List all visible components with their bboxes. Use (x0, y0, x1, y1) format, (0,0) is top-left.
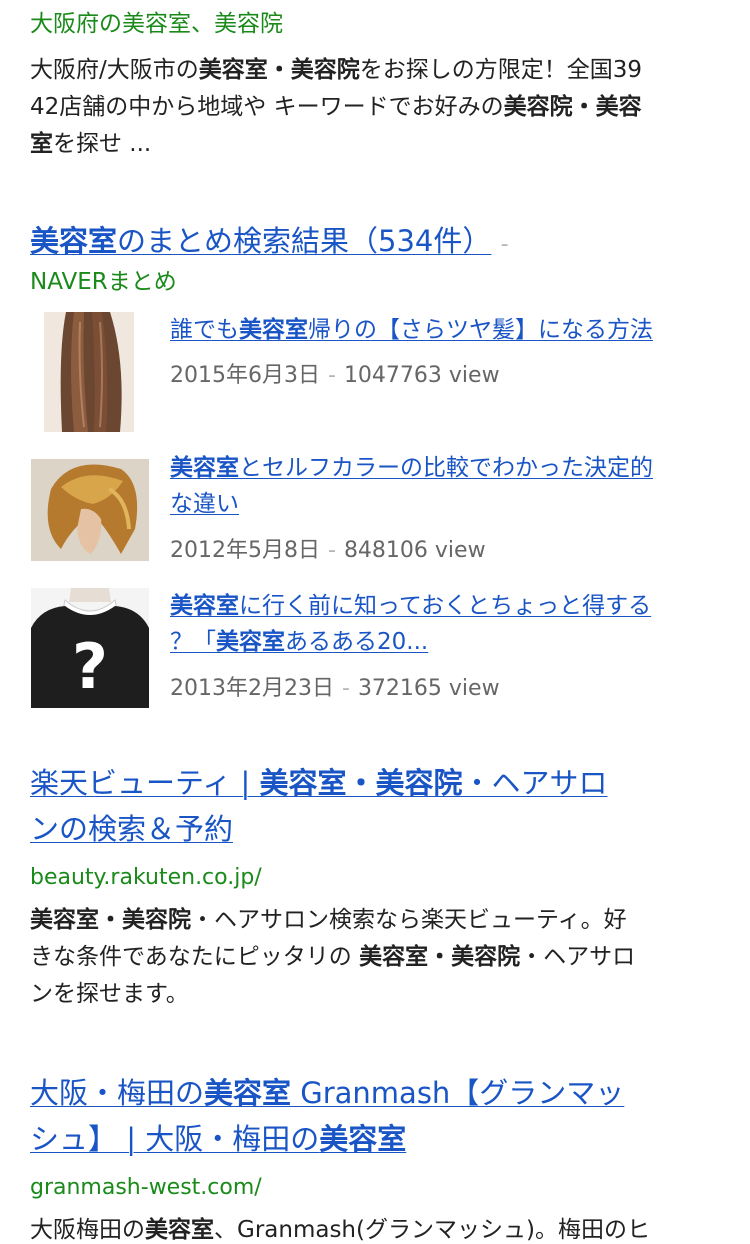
result2-item3-views: 372165 view (357, 676, 500, 701)
result4-title-link[interactable]: 大阪・梅田の美容室 Granmash【グランマッ シュ】 | 大阪・梅田の美容室 (30, 1070, 730, 1162)
result4-snippet: 大阪梅田の美容室、Granmash(グランマッシュ)。梅田のヒ (30, 1217, 650, 1243)
question-mark-sweater-thumbnail[interactable]: ? (31, 588, 149, 708)
result3-snippet-line2: きな条件であなたにピッタリの 美容室・美容院・ヘアサロ (30, 944, 636, 970)
result2-item3-meta: 2013年2月23日 -372165 view (170, 676, 500, 701)
result3-title-link[interactable]: 楽天ビューティ | 美容室・美容院・ヘアサロ ンの検索＆予約 (30, 760, 730, 852)
result2-title-row: 美容室のまとめ検索結果（534件） - (30, 218, 509, 268)
result1-snippet: 大阪府/大阪市の美容室・美容院をお探しの方限定！全国39 42店舗の中から地域や… (30, 52, 730, 163)
result2-item3: 美容室に行く前に知っておくとちょっと得する ？「美容室あるある20... 201… (170, 588, 730, 704)
result2-item1-date: 2015年6月3日 (170, 363, 320, 388)
result4-title-line2: シュ】 | 大阪・梅田の美容室 (30, 1122, 407, 1156)
result2-item1: 誰でも美容室帰りの【さらツヤ髪】になる方法 2015年6月3日 -1047763 … (170, 312, 730, 391)
svg-text:?: ? (72, 630, 108, 703)
result2-item2-views: 848106 view (343, 538, 486, 563)
result2-item2-title-line1: 美容室とセルフカラーの比較でわかった決定的 (170, 455, 653, 481)
result2-item2-title-line2: な違い (170, 491, 239, 517)
result1-snippet-line2: 42店舗の中から地域や キーワードでお好みの美容院・美容 (30, 94, 642, 120)
search-results-page: 大阪府の美容室、美容院 大阪府/大阪市の美容室・美容院をお探しの方限定！全国39… (0, 0, 750, 1244)
result2-item3-date: 2013年2月23日 (170, 676, 334, 701)
result2-item2-date: 2012年5月8日 (170, 538, 320, 563)
result2-item1-title[interactable]: 誰でも美容室帰りの【さらツヤ髪】になる方法 (170, 312, 730, 348)
result2-item3-title[interactable]: 美容室に行く前に知っておくとちょっと得する ？「美容室あるある20... (170, 588, 730, 660)
result2-item1-views: 1047763 view (343, 363, 500, 388)
result2-title-separator: - (500, 232, 509, 257)
result3-snippet-line3: ンを探せます。 (30, 981, 189, 1007)
result2-title-link[interactable]: 美容室のまとめ検索結果（534件） (30, 224, 491, 258)
result3-url[interactable]: beauty.rakuten.co.jp/ (30, 863, 262, 893)
long-hair-icon (44, 312, 134, 432)
result1-url-line[interactable]: 大阪府の美容室、美容院 (30, 6, 283, 42)
blonde-bob-icon (31, 459, 149, 561)
result2-item2-meta: 2012年5月8日 -848106 view (170, 538, 486, 563)
result1-snippet-line3: 室を探せ ... (30, 131, 152, 157)
long-hair-thumbnail[interactable] (44, 312, 134, 432)
result2-item2: 美容室とセルフカラーの比較でわかった決定的 な違い 2012年5月8日 -8481… (170, 450, 730, 566)
result1-snippet-line1: 大阪府/大阪市の美容室・美容院をお探しの方限定！全国39 (30, 57, 643, 83)
result2-source: NAVERまとめ (30, 269, 177, 295)
result2-item3-title-line1: 美容室に行く前に知っておくとちょっと得する (170, 593, 652, 619)
result2-item2-title[interactable]: 美容室とセルフカラーの比較でわかった決定的 な違い (170, 450, 730, 522)
result3-title-line2: ンの検索＆予約 (30, 812, 234, 846)
result4-title-line1: 大阪・梅田の美容室 Granmash【グランマッ (30, 1076, 625, 1110)
blonde-bob-thumbnail[interactable] (31, 459, 149, 561)
result3-snippet: 美容室・美容院・ヘアサロン検索なら楽天ビューティ。好 きな条件であなたにピッタリ… (30, 902, 730, 1013)
result2-item1-meta: 2015年6月3日 -1047763 view (170, 363, 500, 388)
result3-snippet-line1: 美容室・美容院・ヘアサロン検索なら楽天ビューティ。好 (30, 907, 627, 933)
result4-url[interactable]: granmash-west.com/ (30, 1173, 262, 1203)
question-mark-sweater-icon: ? (31, 588, 149, 708)
result3-title-line1: 楽天ビューティ | 美容室・美容院・ヘアサロ (30, 766, 608, 800)
result2-item3-title-line2: ？「美容室あるある20... (170, 629, 429, 655)
